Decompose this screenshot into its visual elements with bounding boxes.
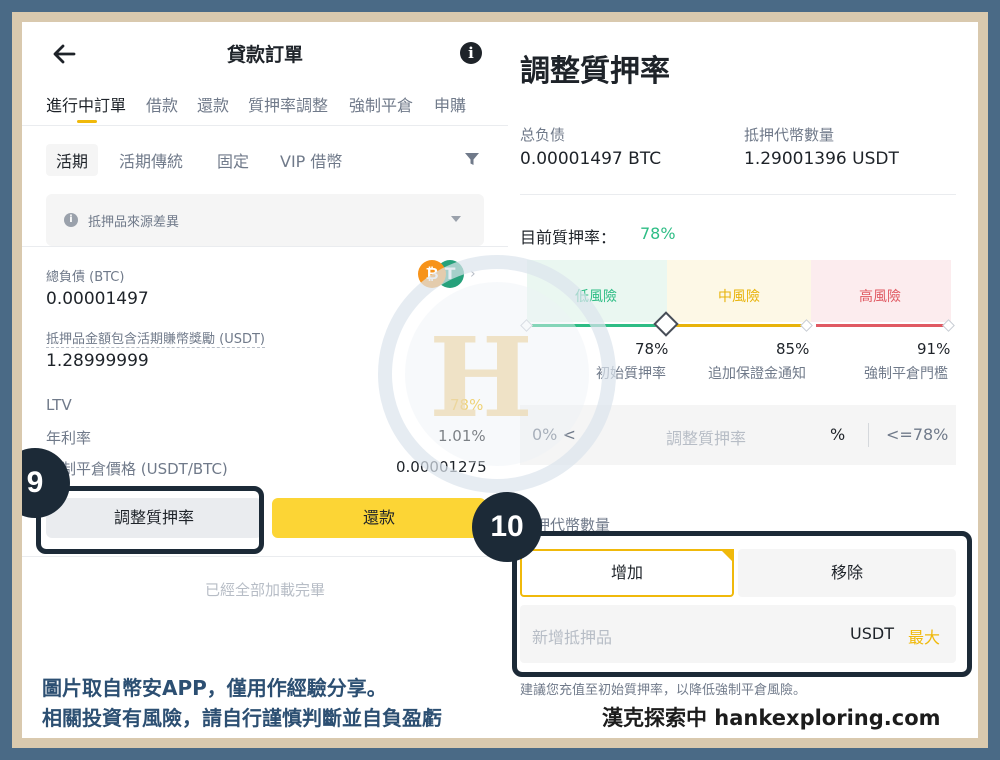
tab-borrow[interactable]: 借款: [146, 92, 178, 116]
apr-label: 年利率: [46, 429, 92, 447]
risk-low-pct: 78%: [635, 340, 669, 358]
chip-vip-loan[interactable]: VIP 借幣: [280, 148, 342, 172]
risk-high-pct: 91%: [917, 340, 951, 358]
liquidation-price-label: 強制平倉價格 (USDT/BTC): [46, 460, 228, 478]
filter-icon[interactable]: [464, 151, 480, 167]
repay-button[interactable]: 還款: [272, 498, 486, 538]
ltv-input-field[interactable]: 0% < 調整質押率 % <=78%: [520, 405, 956, 465]
ltv-input-unit: %: [830, 425, 846, 444]
ltv-label: LTV: [46, 396, 72, 414]
rp-total-debt-label: 总负债: [520, 126, 566, 144]
collateral-source-notice[interactable]: i 抵押品來源差異: [46, 194, 484, 246]
ltv-input-prefix: 0% <: [532, 425, 576, 444]
tab-ltv-adjust[interactable]: 質押率調整: [248, 92, 328, 116]
rp-divider: [520, 194, 956, 195]
collateral-amount-value: 1.28999999: [46, 351, 149, 371]
rp-total-debt-value: 0.00001497 BTC: [520, 149, 662, 169]
total-debt-label: 總負債 (BTC): [46, 270, 125, 285]
rp-collateral-label: 抵押代幣數量: [744, 126, 835, 144]
chevron-right-icon[interactable]: ›: [470, 266, 476, 282]
collateral-amount-label: 抵押品金額包含活期賺幣獎勵 (USDT): [46, 328, 265, 348]
watermark-letter: H: [429, 313, 533, 442]
tab-repay[interactable]: 還款: [197, 92, 229, 116]
caption-risk: 相關投資有風險，請自行謹慎判斷並自負盈虧: [42, 706, 442, 730]
margin-call-desc: 追加保證金通知: [708, 366, 806, 382]
risk-medium-pct: 85%: [776, 340, 810, 358]
liquidation-desc: 強制平倉門檻: [864, 366, 948, 382]
btc-coin-icon: ₿: [418, 260, 446, 288]
tab-active-orders[interactable]: 進行中訂單: [46, 92, 126, 116]
site-credit: 漢克探索中 hankexploring.com: [602, 706, 941, 730]
caption-source: 圖片取自幣安APP，僅用作經驗分享。: [42, 676, 387, 700]
tabs-divider: [22, 125, 508, 126]
info-small-icon: i: [64, 213, 78, 227]
risk-medium-label: 中風險: [718, 289, 760, 305]
risk-low-label: 低風險: [575, 289, 617, 305]
ltv-input-suffix: <=78%: [886, 425, 949, 444]
liquidation-price-value: 0.00001275: [396, 458, 487, 476]
ltv-input-placeholder: 調整質押率: [666, 429, 747, 448]
caret-down-icon: [451, 216, 461, 222]
current-ltv-label: 目前質押率：: [520, 228, 617, 247]
risk-line-medium: [672, 324, 806, 327]
step9-highlight: [36, 486, 264, 554]
ltv-input-separator: [868, 423, 869, 447]
all-loaded-text: 已經全部加載完畢: [204, 581, 325, 599]
tab-liquidation[interactable]: 強制平倉: [349, 92, 413, 116]
tab-subscribe[interactable]: 申購: [434, 92, 466, 116]
risk-line-low: [532, 324, 666, 327]
active-tab-indicator: [77, 120, 97, 123]
initial-ltv-desc: 初始質押率: [596, 366, 666, 382]
step10-highlight: [512, 531, 972, 677]
page-title: 貸款訂單: [226, 44, 303, 66]
risk-line-high: [816, 324, 946, 327]
notice-text: 抵押品來源差異: [88, 215, 180, 230]
chip-flexible-legacy[interactable]: 活期傳統: [119, 148, 183, 172]
risk-high-label: 高風險: [859, 289, 901, 305]
total-debt-value: 0.00001497: [46, 289, 149, 309]
rp-collateral-value: 1.29001396 USDT: [744, 149, 899, 169]
step10-badge: 10: [472, 492, 542, 562]
chip-fixed[interactable]: 固定: [217, 148, 249, 172]
apr-value: 1.01%: [438, 427, 486, 445]
adjust-title: 調整質押率: [520, 54, 670, 89]
ltv-value: 78%: [450, 396, 484, 414]
current-ltv-value: 78%: [640, 224, 676, 243]
notice-divider: [22, 246, 508, 247]
screenshot-canvas: 貸款訂單 i 進行中訂單 借款 還款 質押率調整 強制平倉 申購 活期 活期傳統…: [22, 22, 978, 738]
info-icon[interactable]: i: [460, 42, 482, 64]
card-divider: [22, 556, 508, 557]
recharge-hint: 建議您充值至初始質押率，以降低強制平倉風險。: [520, 683, 807, 698]
chip-flexible[interactable]: 活期: [46, 144, 99, 176]
